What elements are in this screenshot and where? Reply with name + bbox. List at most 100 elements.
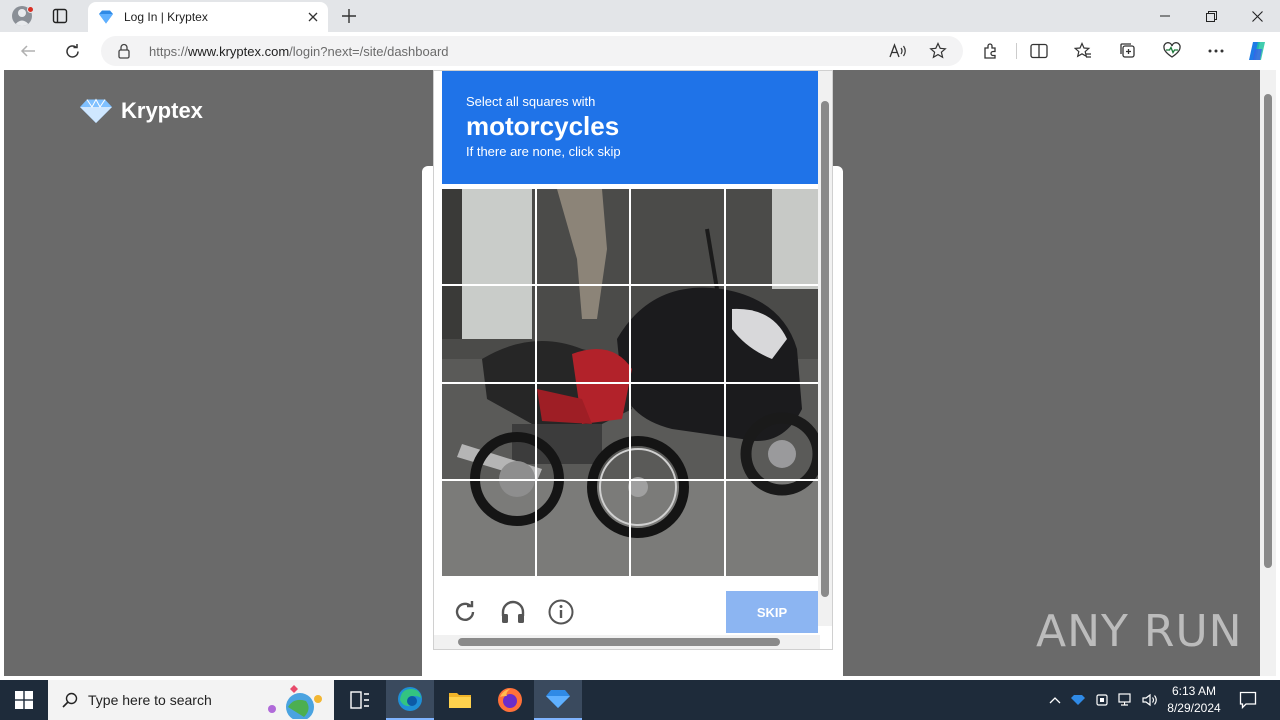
- start-button[interactable]: [0, 680, 48, 720]
- captcha-tile-r2-c3[interactable]: [631, 286, 724, 381]
- captcha-challenge: Select all squares with motorcycles If t…: [433, 70, 833, 650]
- restore-button[interactable]: [1188, 0, 1234, 32]
- captcha-tile-r1-c2[interactable]: [537, 189, 630, 284]
- scrollbar-thumb[interactable]: [458, 638, 780, 646]
- captcha-tile-r2-c2[interactable]: [537, 286, 630, 381]
- captcha-tile-r1-c3[interactable]: [631, 189, 724, 284]
- kryptex-diamond-icon: [80, 98, 112, 123]
- audio-challenge-button[interactable]: [498, 597, 528, 627]
- captcha-vertical-scrollbar[interactable]: [818, 71, 832, 626]
- captcha-tile-r3-c3[interactable]: [631, 384, 724, 479]
- taskbar-search[interactable]: Type here to search: [48, 680, 334, 720]
- close-window-button[interactable]: [1234, 0, 1280, 32]
- refresh-icon: [65, 43, 79, 58]
- skip-button[interactable]: SKIP: [726, 591, 818, 633]
- scrollbar-thumb[interactable]: [821, 101, 829, 597]
- scrollbar-thumb[interactable]: [1264, 94, 1272, 568]
- info-button[interactable]: [546, 597, 576, 627]
- extensions-button[interactable]: [978, 39, 1004, 63]
- url-prefix: https://: [149, 44, 189, 59]
- read-aloud-button[interactable]: [885, 39, 911, 63]
- more-button[interactable]: [1203, 39, 1229, 63]
- back-button[interactable]: [15, 39, 41, 63]
- browser-toolbar: https://www.kryptex.com/login?next=/site…: [0, 32, 1280, 70]
- taskbar-kryptex[interactable]: [534, 680, 582, 720]
- captcha-tile-r3-c4[interactable]: [726, 384, 819, 479]
- edge-icon: [398, 687, 422, 711]
- tray-device-button[interactable]: [1090, 693, 1114, 707]
- minimize-icon: [1160, 15, 1170, 17]
- page-viewport: Kryptex Select all squares with motorcyc…: [4, 70, 1260, 676]
- extensions-icon: [984, 43, 996, 59]
- captcha-tile-r4-c3[interactable]: [631, 481, 724, 576]
- restore-icon: [1205, 10, 1217, 22]
- plus-icon: [342, 9, 356, 23]
- reload-challenge-icon: [455, 601, 475, 621]
- system-clock[interactable]: 6:13 AM 8/29/2024: [1160, 683, 1228, 717]
- network-button[interactable]: [1114, 693, 1138, 707]
- read-aloud-icon: [889, 43, 906, 58]
- performance-icon: [1163, 42, 1181, 58]
- captcha-tile-r3-c2[interactable]: [537, 384, 630, 479]
- captcha-hint: If there are none, click skip: [466, 144, 621, 159]
- captcha-tile-r3-c1[interactable]: [442, 384, 535, 479]
- brand-name: Kryptex: [121, 98, 203, 123]
- collections-icon: [1120, 43, 1135, 58]
- captcha-tile-r2-c4[interactable]: [726, 286, 819, 381]
- kryptex-logo[interactable]: Kryptex: [79, 98, 203, 124]
- page-vertical-scrollbar[interactable]: [1260, 70, 1276, 676]
- chevron-up-icon: [1049, 697, 1061, 704]
- captcha-target: motorcycles: [466, 111, 620, 141]
- performance-button[interactable]: [1159, 39, 1185, 63]
- favorite-button[interactable]: [925, 39, 951, 63]
- captcha-tile-r4-c1[interactable]: [442, 481, 535, 576]
- kryptex-tray-button[interactable]: [1066, 694, 1090, 706]
- volume-button[interactable]: [1138, 693, 1162, 707]
- refresh-button[interactable]: [59, 39, 85, 63]
- tab-title: Log In | Kryptex: [124, 10, 208, 24]
- address-bar[interactable]: https://www.kryptex.com/login?next=/site…: [101, 36, 963, 66]
- back-icon: [20, 45, 35, 57]
- split-screen-icon: [1030, 43, 1048, 59]
- clock-time: 6:13 AM: [1171, 684, 1217, 698]
- captcha-horizontal-scrollbar[interactable]: [434, 635, 820, 649]
- tab-actions-button[interactable]: [48, 6, 72, 26]
- captcha-tile-r4-c2[interactable]: [537, 481, 630, 576]
- captcha-tile-r2-c1[interactable]: [442, 286, 535, 381]
- notification-button[interactable]: [1236, 688, 1260, 712]
- url-host: www.kryptex.com: [188, 44, 290, 59]
- split-screen-button[interactable]: [1026, 39, 1052, 63]
- collections-button[interactable]: [1115, 39, 1141, 63]
- minimize-button[interactable]: [1142, 0, 1188, 32]
- favorites-icon: [1074, 42, 1091, 58]
- lock-icon[interactable]: [117, 43, 131, 59]
- new-tab-button[interactable]: [338, 5, 360, 27]
- search-placeholder: Type here to search: [88, 692, 212, 708]
- url-text[interactable]: https://www.kryptex.com/login?next=/site…: [149, 44, 449, 59]
- star-icon: [929, 42, 947, 59]
- taskbar-file-explorer[interactable]: [436, 680, 484, 720]
- profile-alert-dot: [27, 6, 34, 13]
- taskbar-edge[interactable]: [386, 680, 434, 720]
- close-tab-button[interactable]: [302, 6, 324, 28]
- favorites-button[interactable]: [1070, 39, 1096, 63]
- reload-challenge-button[interactable]: [450, 597, 480, 627]
- captcha-tile-r1-c4[interactable]: [726, 189, 819, 284]
- copilot-button[interactable]: [1244, 39, 1270, 63]
- tab-kryptex[interactable]: Log In | Kryptex: [88, 2, 328, 32]
- info-icon: [548, 599, 574, 625]
- network-icon: [1118, 693, 1131, 706]
- taskbar-firefox[interactable]: [486, 680, 534, 720]
- captcha-tile-r4-c4[interactable]: [726, 481, 819, 576]
- captcha-instruction: Select all squares with: [466, 94, 596, 109]
- firefox-icon: [498, 688, 522, 712]
- notification-icon: [1239, 691, 1257, 709]
- clock-date: 8/29/2024: [1167, 701, 1221, 715]
- task-view-button[interactable]: [336, 680, 384, 720]
- profile-button[interactable]: [8, 4, 36, 28]
- system-tray: [1044, 680, 1162, 720]
- captcha-tile-r1-c1[interactable]: [442, 189, 535, 284]
- show-hidden-icons-button[interactable]: [1044, 696, 1066, 704]
- captcha-image-grid: [442, 189, 818, 576]
- title-bar: Log In | Kryptex: [0, 0, 1280, 32]
